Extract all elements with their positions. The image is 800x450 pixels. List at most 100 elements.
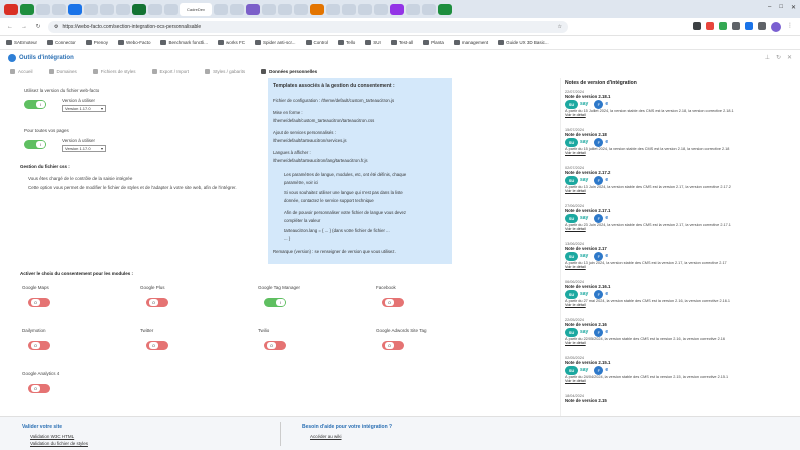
browser-tab[interactable]: [294, 3, 308, 15]
browser-tab[interactable]: [164, 3, 178, 15]
version-select-1[interactable]: Version 1.17.0 ▾: [62, 105, 106, 112]
menu-icon[interactable]: ⋮: [786, 22, 794, 32]
bookmark-item[interactable]: Webo-Facto: [118, 40, 150, 45]
browser-tab[interactable]: [68, 3, 82, 15]
tab-domaines[interactable]: Domaines: [48, 68, 77, 74]
star-icon[interactable]: ☆: [558, 24, 562, 30]
profile-avatar[interactable]: [771, 21, 781, 32]
url-input[interactable]: ⚙ https://webo-facto.com/section-integra…: [48, 20, 568, 33]
module-consent-toggle[interactable]: O: [264, 341, 286, 350]
module-consent-toggle[interactable]: O: [382, 341, 404, 350]
extension-icon[interactable]: [706, 21, 714, 30]
browser-tab[interactable]: [100, 3, 114, 15]
browser-tab[interactable]: [4, 3, 18, 15]
browser-tab[interactable]: [358, 3, 372, 15]
browser-tab[interactable]: [132, 3, 146, 15]
close-icon[interactable]: ✕: [787, 54, 792, 61]
bookmark-item[interactable]: Connector: [47, 40, 76, 45]
bookmark-item[interactable]: Guide UX 3D Basic...: [498, 40, 549, 45]
note-heading: Note de version 2.15: [565, 398, 607, 403]
tab-styles-gabarits[interactable]: Styles / gabarits: [205, 68, 245, 74]
maximize-icon[interactable]: □: [779, 4, 783, 11]
reload-icon[interactable]: ↻: [34, 23, 42, 30]
version-toggle-2[interactable]: I: [24, 140, 46, 149]
bookmark-item[interactable]: Benchmark fonctli...: [160, 40, 208, 45]
browser-tab[interactable]: [278, 3, 292, 15]
bookmark-item[interactable]: Control: [305, 40, 328, 45]
extension-icon[interactable]: [745, 21, 753, 30]
browser-tab[interactable]: [262, 3, 276, 15]
infobox-link[interactable]: paramètre, voir ici: [284, 180, 318, 185]
note-detail-link[interactable]: Voir le détail: [565, 379, 791, 383]
browser-tab[interactable]: [36, 3, 50, 15]
browser-tab[interactable]: [406, 3, 420, 15]
bookmark-item[interactable]: Planta: [423, 40, 444, 45]
note-detail-link[interactable]: Voir le détail: [565, 227, 791, 231]
bookmark-item[interactable]: Tello: [338, 40, 355, 45]
bookmark-item[interactable]: Spider anti-scr...: [255, 40, 296, 45]
version-toggle-1[interactable]: I: [24, 100, 46, 109]
puzzle-icon[interactable]: [758, 21, 766, 30]
back-icon[interactable]: ←: [6, 24, 14, 30]
extension-icon[interactable]: [732, 21, 740, 30]
browser-tab[interactable]: [310, 3, 324, 15]
browser-tab-active[interactable]: CadreDev: [180, 2, 212, 16]
note-detail-link[interactable]: Voir le détail: [565, 265, 791, 269]
release-notes-sidebar[interactable]: Notes de version d'intégration 22/07/202…: [560, 78, 800, 416]
module-consent-toggle[interactable]: O: [146, 341, 168, 350]
browser-tab[interactable]: [438, 3, 452, 15]
tab-fichiers-styles[interactable]: Fichiers de styles: [92, 68, 136, 74]
module-consent-toggle[interactable]: O: [28, 384, 50, 393]
browser-tab[interactable]: [246, 3, 260, 15]
browser-tab[interactable]: [116, 3, 130, 15]
infobox-text: Fichier de configuration : /theme/defaul…: [273, 98, 395, 103]
close-icon[interactable]: ✕: [791, 4, 796, 11]
browser-tab[interactable]: [230, 3, 244, 15]
note-detail-link[interactable]: Voir le détail: [565, 189, 791, 193]
folder-icon: [498, 40, 505, 45]
note-detail-link[interactable]: Voir le détail: [565, 113, 791, 117]
tab-export-import[interactable]: Export / Import: [151, 68, 189, 74]
browser-tab[interactable]: [390, 3, 404, 15]
bookmark-item[interactable]: works FC: [218, 40, 245, 45]
site-info-icon[interactable]: ⚙: [54, 24, 58, 30]
tab-accueil[interactable]: Accueil: [10, 68, 33, 74]
browser-tab[interactable]: [214, 3, 228, 15]
pin-icon[interactable]: ⊥: [765, 54, 770, 61]
browser-tab[interactable]: [374, 3, 388, 15]
bookmark-item[interactable]: SUI: [365, 40, 381, 45]
minimize-icon[interactable]: –: [768, 4, 771, 11]
browser-tab[interactable]: [148, 3, 162, 15]
module-consent-toggle[interactable]: O: [28, 341, 50, 350]
bookmark-item[interactable]: Test-all: [390, 40, 413, 45]
browser-tab[interactable]: [326, 3, 340, 15]
browser-tab[interactable]: [342, 3, 356, 15]
w3c-html-link[interactable]: Validation W3C HTML: [30, 434, 74, 439]
tab-donnees-personnelles[interactable]: Données personnelles: [261, 68, 317, 74]
note-detail-link[interactable]: Voir le détail: [565, 151, 791, 155]
bookmark-item[interactable]: Prenoy: [85, 40, 108, 45]
module-consent-toggle[interactable]: O: [28, 298, 50, 307]
extension-icon[interactable]: [719, 21, 727, 30]
extension-icon[interactable]: [693, 21, 701, 30]
wiki-link[interactable]: Accéder au wiki: [310, 434, 342, 439]
bookmark-item[interactable]: SAEmoteur: [6, 40, 37, 45]
infobox-text: donnée, contactez le service support tec…: [284, 198, 374, 203]
infobox-code: ... }: [284, 236, 291, 241]
module-consent-toggle[interactable]: O: [382, 298, 404, 307]
browser-tab[interactable]: [20, 3, 34, 15]
note-detail-link[interactable]: Voir le détail: [565, 303, 791, 307]
module-consent-toggle[interactable]: O: [146, 298, 168, 307]
css-validation-link[interactable]: Validation du fichier de styles: [30, 441, 88, 446]
version-select-2[interactable]: Version 1.17.0 ▾: [62, 145, 106, 152]
refresh-icon[interactable]: ↻: [776, 54, 781, 61]
browser-tab[interactable]: [52, 3, 66, 15]
folder-icon: [305, 40, 312, 45]
note-detail-link[interactable]: Voir le détail: [565, 341, 791, 345]
browser-tab[interactable]: [422, 3, 436, 15]
module-consent-toggle[interactable]: I: [264, 298, 286, 307]
forward-icon[interactable]: →: [20, 24, 28, 30]
browser-tab[interactable]: [84, 3, 98, 15]
bookmark-item[interactable]: management: [453, 40, 488, 45]
e-text: e: [605, 139, 609, 145]
